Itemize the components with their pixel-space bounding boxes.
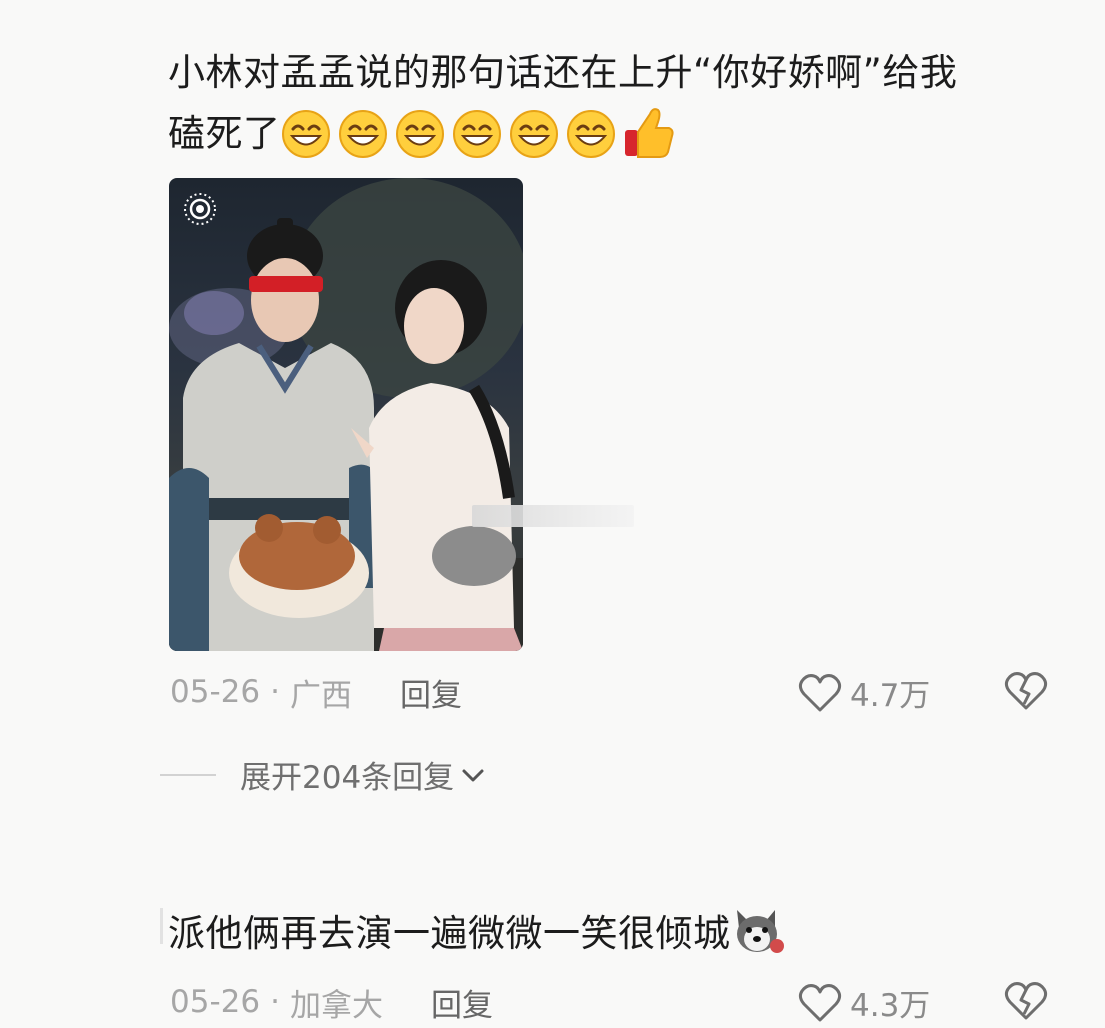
heart-outline-icon <box>798 673 842 713</box>
heart-outline-icon <box>798 983 842 1023</box>
comment-1-image[interactable] <box>169 178 523 651</box>
comment-1-line2: 磕死了 <box>168 112 281 155</box>
chevron-down-icon <box>460 762 486 788</box>
comment-2-reply-button[interactable]: 回复 <box>431 980 493 1025</box>
comment-1-meta: 05-26 · 广西 回复 <box>170 670 462 715</box>
divider <box>160 773 216 776</box>
comment-list: 小林对孟孟说的那句话还在上升“你好娇啊”给我 磕死了 05-26 · 广西 回复… <box>0 0 1105 1028</box>
broken-heart-icon[interactable] <box>1004 670 1048 712</box>
grin-emoji <box>281 109 331 159</box>
comment-1-line1: 小林对孟孟说的那句话还在上升“你好娇啊”给我 <box>168 51 958 94</box>
comment-1-text: 小林对孟孟说的那句话还在上升“你好娇啊”给我 磕死了 <box>168 42 1068 166</box>
comment-1-date: 05-26 <box>170 674 261 710</box>
expand-replies-label: 展开204条回复 <box>240 760 455 796</box>
broken-heart-icon[interactable] <box>1004 980 1048 1022</box>
grin-emoji <box>509 109 559 159</box>
emoji-row <box>281 105 675 166</box>
grin-emoji <box>395 109 445 159</box>
comment-2-like-count: 4.3万 <box>850 988 931 1024</box>
thumbs-up-emoji <box>623 104 675 160</box>
comment-2-meta: 05-26 · 加拿大 回复 <box>170 980 493 1025</box>
grin-emoji <box>566 109 616 159</box>
comment-2-body: 派他俩再去演一遍微微一笑很倾城 <box>168 912 731 955</box>
comment-2-date: 05-26 <box>170 984 261 1020</box>
meta-separator: · <box>270 674 280 710</box>
husky-emoji <box>731 906 785 956</box>
comment-1-location: 广西 <box>289 677 352 714</box>
scroll-edge-marker <box>160 908 163 944</box>
comment-2-location: 加拿大 <box>289 987 383 1024</box>
meta-separator: · <box>270 984 280 1020</box>
comment-1-like-count: 4.7万 <box>850 678 931 714</box>
live-photo-icon[interactable] <box>183 192 217 226</box>
comment-1-like-button[interactable]: 4.7万 <box>798 670 930 715</box>
comment-2-text: 派他俩再去演一遍微微一笑很倾城 <box>168 903 785 961</box>
comment-1-reply-button[interactable]: 回复 <box>400 670 462 715</box>
grin-emoji <box>452 109 502 159</box>
expand-replies-button[interactable]: 展开204条回复 <box>160 752 486 797</box>
photo-illustration <box>169 178 523 651</box>
blurred-overlay <box>472 505 634 527</box>
grin-emoji <box>338 109 388 159</box>
comment-2-like-button[interactable]: 4.3万 <box>798 980 930 1025</box>
